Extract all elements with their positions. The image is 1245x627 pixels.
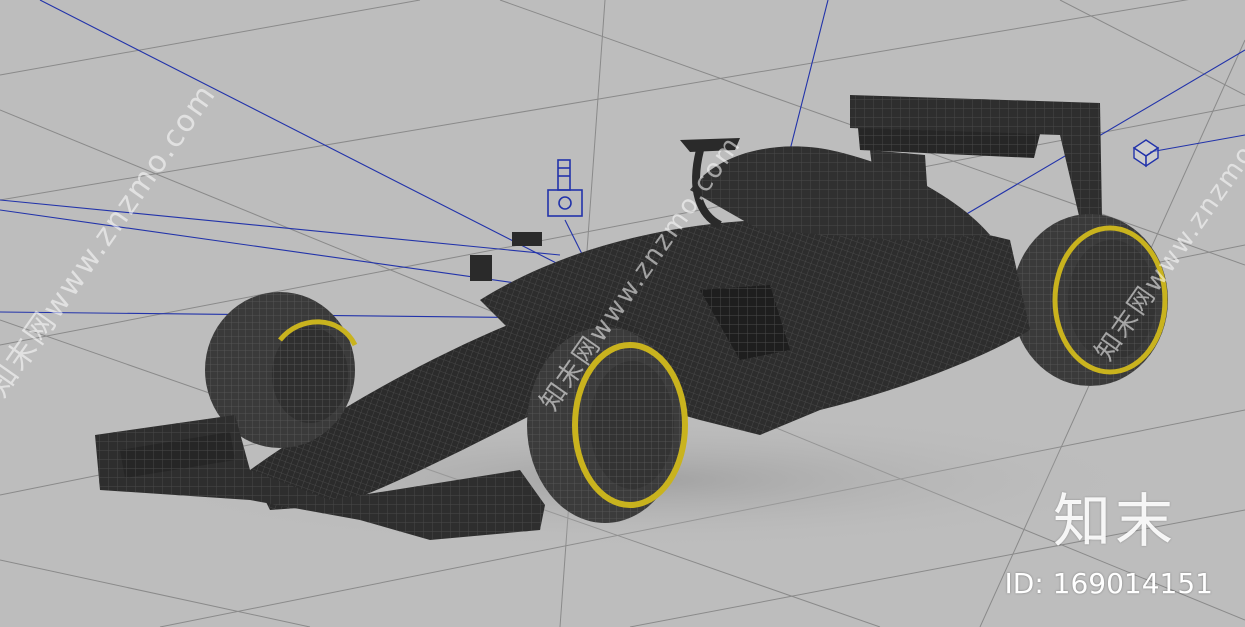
brand-logo: 知末 xyxy=(1052,487,1177,555)
camera-icon[interactable] xyxy=(547,159,583,217)
image-id-label: ID: 169014151 xyxy=(1004,567,1213,600)
front-right-wheel xyxy=(527,327,688,523)
3d-viewport[interactable]: 知末网www.znzmo.com 知末网www.znzmo.com 知末网www… xyxy=(0,0,1245,627)
light-cube-icon[interactable] xyxy=(1132,139,1160,168)
